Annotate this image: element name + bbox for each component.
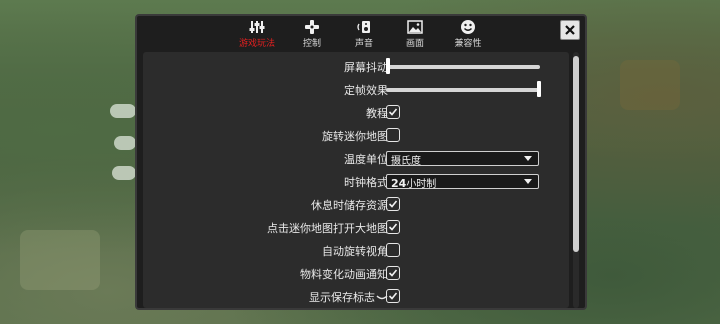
slider-track[interactable] [386,65,540,69]
dpad-icon [305,20,319,34]
slider-thumb[interactable] [386,58,390,74]
save-on-rest-checkbox[interactable] [386,197,400,211]
speaker-icon [357,21,370,33]
background-blob [620,60,680,110]
checkmark-icon [388,269,398,277]
setting-row-temp-unit: 温度单位 摄氏度 [143,148,569,170]
tab-label: 画面 [405,39,424,49]
settings-panel: 游戏玩法 控制 声音 画面 兼容性 屏幕抖动 定帧效果 教程 旋转迷你地图 温度… [135,14,587,310]
close-button[interactable] [560,20,580,40]
checkmark-icon [388,292,398,300]
tab-label: 兼容性 [454,39,482,49]
auto-rotate-view-checkbox[interactable] [386,243,400,257]
setting-label: 屏幕抖动 [344,61,388,74]
smiley-icon [461,20,475,34]
setting-row-clock-format: 时钟格式 24小时制 [143,171,569,193]
chevron-down-icon [524,179,532,184]
tab-video[interactable]: 画面 [392,19,438,51]
checkmark-icon [388,200,398,208]
tutorial-checkbox[interactable] [386,105,400,119]
setting-row-screen-shake: 屏幕抖动 [143,56,569,78]
tab-gameplay[interactable]: 游戏玩法 [234,19,280,51]
temp-unit-select[interactable]: 摄氏度 [386,151,539,167]
setting-label: 显示保存标志 [309,289,388,305]
select-value-bold: 24 [391,177,407,190]
setting-label: 休息时储存资源 [311,199,388,212]
tap-minimap-checkbox[interactable] [386,220,400,234]
setting-label: 温度单位 [344,153,388,166]
setting-row-item-change-notice: 物料变化动画通知 [143,263,569,285]
setting-label: 物料变化动画通知 [300,268,388,281]
landscape-image-icon [407,20,423,34]
setting-row-tap-minimap: 点击迷你地图打开大地图 [143,217,569,239]
clock-format-select[interactable]: 24小时制 [386,174,539,190]
slider-track[interactable] [386,88,540,92]
tab-compat[interactable]: 兼容性 [445,19,491,51]
rotate-minimap-checkbox[interactable] [386,128,400,142]
tab-controls[interactable]: 控制 [289,19,335,51]
background-blob [20,230,100,290]
item-change-notice-checkbox[interactable] [386,266,400,280]
background-blob [114,136,136,150]
settings-tab-bar: 游戏玩法 控制 声音 画面 兼容性 [137,16,585,52]
select-value: 摄氏度 [391,156,421,167]
select-value-suffix: 小时制 [406,179,437,190]
slider-thumb[interactable] [537,81,541,97]
close-icon [565,25,575,35]
setting-label: 点击迷你地图打开大地图 [267,222,388,235]
setting-label: 教程 [366,107,388,120]
select-value: 24小时制 [391,175,436,190]
tab-label: 声音 [354,39,373,49]
settings-scrollbar[interactable] [573,52,579,308]
scrollbar-thumb[interactable] [573,56,579,252]
checkmark-icon [388,108,398,116]
tab-label: 控制 [302,39,321,49]
setting-label: 定帧效果 [344,84,388,97]
background-blob [112,166,136,180]
setting-label: 旋转迷你地图 [322,130,388,143]
setting-row-rotate-minimap: 旋转迷你地图 [143,125,569,147]
slider-settings-icon [249,21,265,33]
setting-label: 时钟格式 [344,176,388,189]
background-blob [110,104,136,118]
setting-label: 自动旋转视角 [322,245,388,258]
setting-label-text: 显示保存标志 [309,291,375,304]
chevron-down-icon [524,156,532,161]
tab-label: 游戏玩法 [238,39,275,49]
setting-row-frame-lock: 定帧效果 [143,79,569,101]
show-save-marker-checkbox[interactable] [386,289,400,303]
setting-row-save-on-rest: 休息时储存资源 [143,194,569,216]
settings-list: 屏幕抖动 定帧效果 教程 旋转迷你地图 温度单位 摄氏度 时钟格式 24小时制 … [143,52,569,308]
setting-row-tutorial: 教程 [143,102,569,124]
setting-row-auto-rotate-view: 自动旋转视角 [143,240,569,262]
setting-row-show-save-marker: 显示保存标志 [143,286,569,308]
checkmark-icon [388,223,398,231]
tab-audio[interactable]: 声音 [341,19,387,51]
